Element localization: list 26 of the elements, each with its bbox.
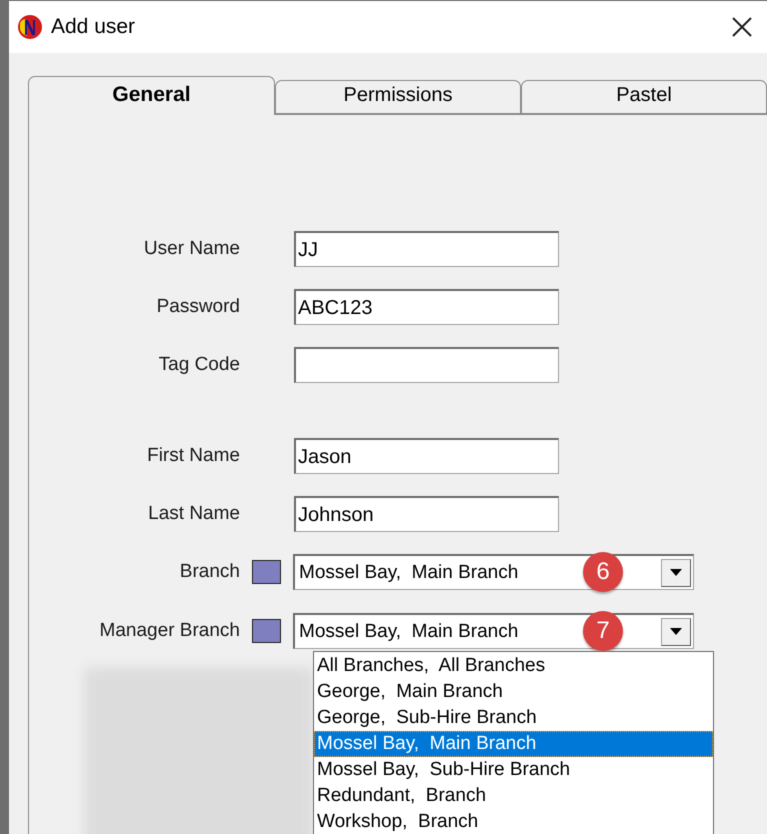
dropdown-arrow-button[interactable] bbox=[661, 558, 691, 586]
branch-dropdown[interactable]: Mossel Bay, Main Branch 6 bbox=[293, 554, 694, 590]
tab[interactable]: General bbox=[28, 76, 275, 115]
text-field[interactable] bbox=[294, 347, 559, 383]
field-label: Tag Code bbox=[158, 354, 240, 376]
dropdown-arrow-button[interactable] bbox=[661, 618, 691, 646]
field-label: Branch bbox=[178, 561, 240, 583]
tab[interactable]: Pastel bbox=[521, 80, 767, 114]
step-badge: 6 bbox=[583, 552, 623, 592]
step-badge: 7 bbox=[583, 611, 623, 651]
window-title: Add user bbox=[51, 15, 136, 39]
text-field[interactable]: Jason bbox=[294, 438, 559, 474]
text-field[interactable]: Johnson bbox=[294, 496, 559, 532]
branch-dropdown[interactable]: Mossel Bay, Main Branch 7 bbox=[293, 613, 694, 649]
field-label: Password bbox=[156, 296, 240, 318]
field-label: User Name bbox=[142, 238, 240, 260]
tab[interactable]: Permissions bbox=[275, 80, 521, 114]
app-logo-icon bbox=[17, 14, 43, 40]
field-label: Last Name bbox=[147, 503, 240, 525]
caret-icon bbox=[670, 569, 682, 576]
text-field[interactable]: JJ bbox=[294, 231, 559, 267]
dropdown-option[interactable]: Mossel Bay, Main Branch bbox=[314, 731, 713, 757]
field-label: First Name bbox=[146, 445, 240, 467]
caret-icon bbox=[670, 628, 682, 635]
text-field[interactable]: ABC123 bbox=[294, 289, 559, 325]
field-label: Manager Branch bbox=[98, 620, 240, 642]
